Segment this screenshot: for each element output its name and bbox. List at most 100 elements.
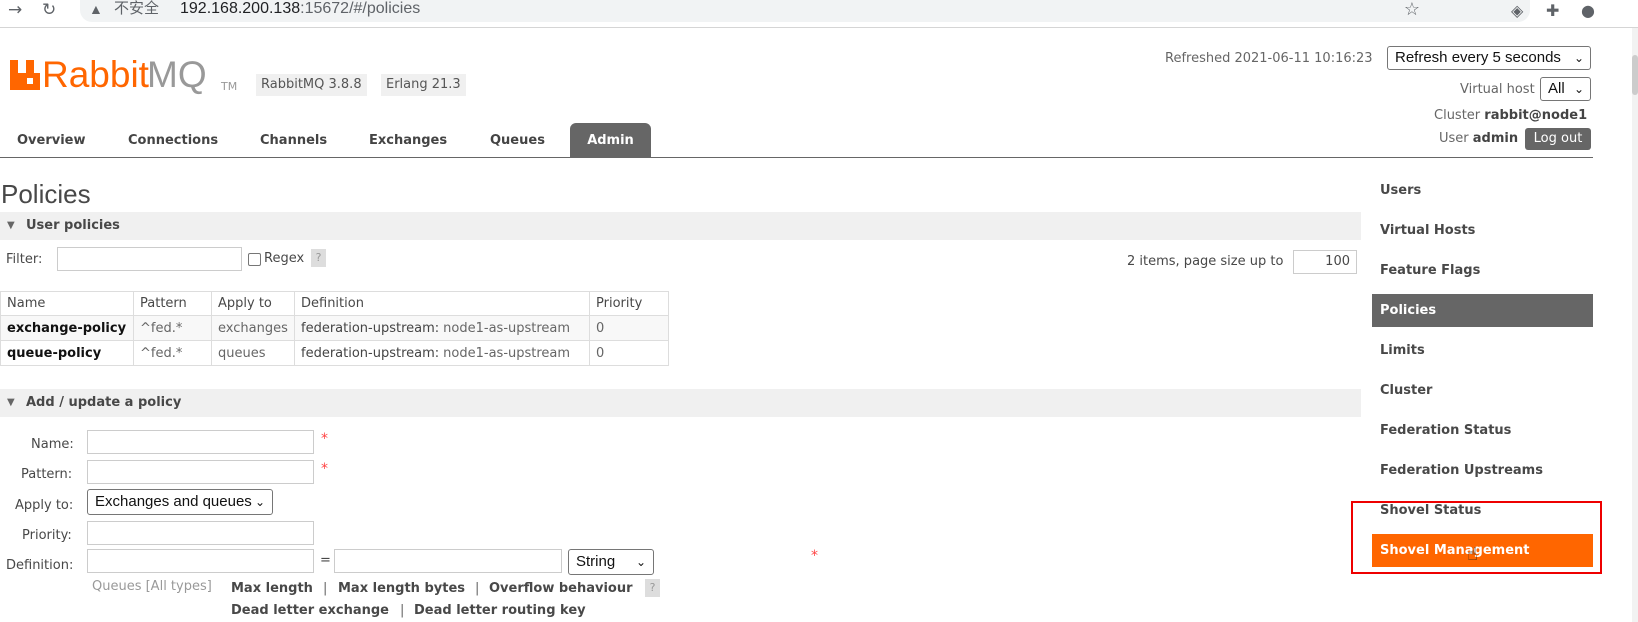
cluster-info: Cluster rabbit@node1 (1434, 108, 1588, 123)
browser-toolbar: → ↻ ▲ 不安全 192.168.200.138:15672/#/polici… (0, 0, 1638, 28)
sidebar-item-cluster[interactable]: Cluster (1372, 374, 1593, 407)
sidebar-item-federation-upstreams[interactable]: Federation Upstreams (1372, 454, 1593, 487)
extension-icon[interactable]: ◈ (1511, 1, 1523, 20)
refreshed-timestamp: Refreshed 2021-06-11 10:16:23 (1165, 51, 1373, 66)
forward-arrow-icon[interactable]: → (8, 0, 22, 22)
reload-icon[interactable]: ↻ (42, 0, 56, 22)
sidebar-item-federation-status[interactable]: Federation Status (1372, 414, 1593, 447)
insecure-label: 不安全 (114, 0, 160, 17)
main-tabs: Overview Connections Channels Exchanges … (0, 123, 1593, 158)
tab-queues[interactable]: Queues (490, 123, 545, 158)
key-dead-letter-exchange[interactable]: Dead letter exchange (231, 603, 389, 618)
collapse-triangle-icon: ▼ (7, 397, 15, 408)
scrollbar-thumb[interactable] (1632, 55, 1638, 95)
policy-pattern: ^fed.* (133, 340, 212, 366)
tab-channels[interactable]: Channels (260, 123, 327, 158)
policy-definition: federation-upstream: node1-as-upstream (294, 315, 590, 341)
tab-connections[interactable]: Connections (128, 123, 218, 158)
apply-to-select[interactable]: Exchanges and queues ⌄ (87, 489, 273, 515)
regex-help-button[interactable]: ? (311, 249, 326, 267)
table-row[interactable]: exchange-policy ^fed.* exchanges federat… (0, 315, 669, 341)
key-overflow-behaviour[interactable]: Overflow behaviour (489, 581, 633, 596)
apply-to-label: Apply to: (15, 498, 74, 513)
collapse-triangle-icon: ▼ (7, 220, 15, 231)
sidebar-item-users[interactable]: Users (1372, 174, 1593, 207)
equals-sign: = (320, 553, 331, 568)
puzzle-icon[interactable]: ✚ (1546, 1, 1559, 20)
url-text: 192.168.200.138:15672/#/policies (180, 0, 421, 17)
hand-cursor-icon: ☝ (1467, 544, 1478, 565)
logo-text-mq: MQ (147, 54, 207, 95)
policy-apply-to: queues (211, 340, 295, 366)
policy-name-link[interactable]: queue-policy (0, 340, 134, 366)
required-marker: * (321, 461, 328, 477)
filter-input[interactable] (57, 247, 242, 271)
name-label: Name: (31, 437, 74, 452)
policy-pattern-input[interactable] (87, 460, 314, 484)
items-count-text: 2 items, page size up to (1127, 254, 1284, 269)
overflow-help-button[interactable]: ? (645, 579, 660, 597)
bookmark-star-icon[interactable]: ☆ (1404, 0, 1420, 20)
pattern-label: Pattern: (21, 467, 73, 482)
column-header-pattern: Pattern (133, 291, 212, 316)
policy-priority-input[interactable] (87, 521, 314, 545)
policy-definition: federation-upstream: node1-as-upstream (294, 340, 590, 366)
policy-priority: 0 (589, 340, 669, 366)
column-header-apply-to: Apply to (211, 291, 295, 316)
chevron-down-icon: ⌄ (1573, 51, 1584, 65)
refresh-select[interactable]: Refresh every 5 seconds ⌄ (1387, 46, 1591, 70)
profile-icon[interactable]: ● (1581, 1, 1595, 20)
policy-name-link[interactable]: exchange-policy (0, 315, 134, 341)
regex-checkbox[interactable] (248, 253, 261, 266)
separator: | (475, 581, 480, 596)
policy-pattern: ^fed.* (133, 315, 212, 341)
column-header-name: Name (0, 291, 134, 316)
address-bar[interactable]: ▲ 不安全 192.168.200.138:15672/#/policies ☆ (80, 0, 1530, 22)
required-marker: * (811, 548, 818, 564)
policy-name-input[interactable] (87, 430, 314, 454)
chevron-down-icon: ⌄ (254, 495, 265, 509)
policy-apply-to: exchanges (211, 315, 295, 341)
erlang-badge: Erlang 21.3 (381, 74, 466, 96)
regex-label: Regex (264, 251, 305, 266)
key-dead-letter-routing-key[interactable]: Dead letter routing key (414, 603, 586, 618)
definition-key-input[interactable] (87, 549, 314, 573)
rabbit-logo-icon (10, 60, 40, 90)
page-title: Policies (1, 179, 91, 209)
tab-overview[interactable]: Overview (17, 123, 86, 158)
table-header-row: Name Pattern Apply to Definition Priorit… (0, 291, 669, 316)
definition-label: Definition: (6, 558, 74, 573)
table-row[interactable]: queue-policy ^fed.* queues federation-up… (0, 340, 669, 366)
sidebar-item-policies[interactable]: Policies (1372, 294, 1593, 327)
policies-table: Name Pattern Apply to Definition Priorit… (0, 291, 669, 366)
column-header-priority: Priority (589, 291, 669, 316)
filter-label: Filter: (6, 252, 43, 267)
logo-tm: TM (221, 80, 238, 93)
user-policies-header[interactable]: ▼ User policies (0, 212, 1361, 240)
queues-hint: Queues [All types] (92, 579, 212, 594)
page-size-input[interactable]: 100 (1293, 250, 1357, 274)
key-max-length-bytes[interactable]: Max length bytes (338, 581, 465, 596)
priority-label: Priority: (22, 528, 72, 543)
key-max-length[interactable]: Max length (231, 581, 313, 596)
warning-icon: ▲ (89, 1, 103, 17)
chevron-down-icon: ⌄ (635, 555, 646, 569)
version-badge: RabbitMQ 3.8.8 (256, 74, 367, 96)
sidebar-item-virtual-hosts[interactable]: Virtual Hosts (1372, 214, 1593, 247)
definition-value-input[interactable] (334, 549, 562, 573)
separator: | (400, 603, 405, 618)
separator: | (323, 581, 328, 596)
sidebar-item-feature-flags[interactable]: Feature Flags (1372, 254, 1593, 287)
vhost-label: Virtual host (1460, 82, 1535, 97)
add-policy-header[interactable]: ▼ Add / update a policy (0, 389, 1361, 417)
vhost-select[interactable]: All ⌄ (1540, 77, 1591, 101)
sidebar-item-limits[interactable]: Limits (1372, 334, 1593, 367)
column-header-definition: Definition (294, 291, 590, 316)
required-marker: * (321, 431, 328, 447)
scrollbar[interactable] (1632, 28, 1638, 622)
policy-priority: 0 (589, 315, 669, 341)
tab-admin[interactable]: Admin (570, 123, 651, 158)
definition-type-select[interactable]: String ⌄ (568, 549, 654, 575)
tab-exchanges[interactable]: Exchanges (369, 123, 447, 158)
logo-text-rabbit: Rabbit (42, 54, 149, 95)
